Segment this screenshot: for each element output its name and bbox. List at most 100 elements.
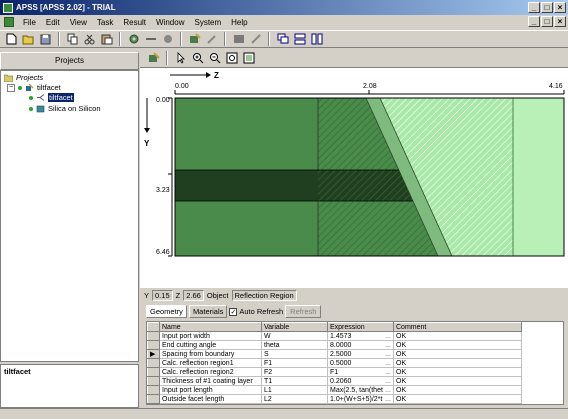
projects-panel: Projects Projects − tiltfacet tiltfacet … <box>0 52 139 408</box>
menu-result[interactable]: Result <box>118 18 151 27</box>
tab-materials[interactable]: Materials <box>188 305 228 318</box>
pointer-icon[interactable] <box>173 50 188 65</box>
tree-child-other-label: Silica on Silicon <box>48 104 101 113</box>
tree-child-selected-label: tiltfacet <box>48 93 74 102</box>
cell-variable[interactable]: L1 <box>261 385 328 395</box>
tile-horizontal-icon[interactable] <box>292 32 307 47</box>
cell-expression[interactable]: F1 ... <box>327 367 394 377</box>
menu-help[interactable]: Help <box>226 18 252 27</box>
header-variable[interactable]: Variable <box>261 322 328 332</box>
save-icon[interactable] <box>38 32 53 47</box>
tree-item-tiltfacet[interactable]: tiltfacet <box>29 93 74 102</box>
tile-vertical-icon[interactable] <box>309 32 324 47</box>
menu-window[interactable]: Window <box>151 18 189 27</box>
table-row[interactable]: Thickness of #1 coating layer T1 0.2060 … <box>147 376 522 386</box>
copy-icon[interactable] <box>65 32 80 47</box>
refresh-button[interactable]: Refresh <box>285 305 322 318</box>
stop-icon[interactable] <box>160 32 175 47</box>
zoom-in-icon[interactable] <box>190 50 205 65</box>
cell-expression[interactable]: 2.5000 ... <box>327 349 394 359</box>
cell-variable[interactable]: theta <box>261 340 328 350</box>
status-z-value: 2.66 <box>183 290 204 301</box>
cut-icon[interactable] <box>82 32 97 47</box>
maximize-button[interactable]: □ <box>541 2 553 13</box>
zoom-out-icon[interactable] <box>207 50 222 65</box>
status-dot-icon <box>18 85 22 90</box>
layout-canvas[interactable]: Z 0.00 2.08 4.16 0.00 3.23 6.46 Y <box>140 68 568 288</box>
z-axis-label: Z <box>214 71 219 80</box>
open-folder-icon[interactable] <box>21 32 36 47</box>
z-tick-0: 0.00 <box>175 83 189 90</box>
menu-task[interactable]: Task <box>92 18 118 27</box>
table-row[interactable]: Input port length L1 Max(2.5, tan(thet .… <box>147 385 522 395</box>
tree-root[interactable]: Projects <box>4 73 43 82</box>
cell-variable[interactable]: S <box>261 349 328 359</box>
mdi-minimize-button[interactable]: _ <box>528 16 540 27</box>
cell-variable[interactable]: F2 <box>261 367 328 377</box>
calculate-icon[interactable] <box>187 32 202 47</box>
table-row[interactable]: Calc. reflection region2 F2 F1 ... OK <box>147 367 522 377</box>
cell-variable[interactable]: L2 <box>261 394 328 404</box>
menu-view[interactable]: View <box>65 18 92 27</box>
new-file-icon[interactable] <box>4 32 19 47</box>
cell-variable[interactable]: W <box>261 331 328 341</box>
mdi-restore-button[interactable]: □ <box>541 16 553 27</box>
cell-variable[interactable]: F1 <box>261 358 328 368</box>
mdi-close-button[interactable]: × <box>554 16 566 27</box>
menu-file[interactable]: File <box>18 18 41 27</box>
cell-expression[interactable]: 8.0000 ... <box>327 340 394 350</box>
parameter-grid: Name Variable Expression Comment Input p… <box>146 321 564 405</box>
waveguide-core-hatched <box>318 170 413 201</box>
header-expression[interactable]: Expression <box>327 322 394 332</box>
tree-item-project[interactable]: − tiltfacet <box>7 83 61 92</box>
header-comment[interactable]: Comment <box>393 322 522 332</box>
z-tick-2: 4.16 <box>549 83 563 90</box>
zoom-fit-icon[interactable] <box>224 50 239 65</box>
cell-name: Input port width <box>159 331 262 341</box>
editor-toolbar <box>140 48 568 68</box>
cell-expression[interactable]: 1.0+(W+S+5)/2*t ... <box>327 394 394 404</box>
cell-expression[interactable]: Max(2.5, tan(thet ... <box>327 385 394 395</box>
main-toolbar <box>0 30 568 48</box>
y-tick-1: 3.23 <box>156 187 170 194</box>
paste-icon[interactable] <box>99 32 114 47</box>
editor-panel: Z 0.00 2.08 4.16 0.00 3.23 6.46 Y Y 0.15… <box>140 48 568 408</box>
tab-geometry[interactable]: Geometry <box>146 305 187 318</box>
table-row[interactable]: Input port width W 1.4573 ... OK <box>147 331 522 341</box>
cell-comment: OK <box>393 349 522 359</box>
status-dot-icon <box>29 106 33 111</box>
cell-comment: OK <box>393 367 522 377</box>
parameter-tabs: Geometry Materials ✓ Auto Refresh Refres… <box>146 305 322 318</box>
run-icon[interactable] <box>231 32 246 47</box>
cell-expression[interactable]: 0.2060 ... <box>327 376 394 386</box>
minimize-button[interactable]: _ <box>528 2 540 13</box>
collapse-toggle-icon[interactable]: − <box>7 83 15 92</box>
table-row[interactable]: End cutting angle theta 8.0000 ... OK <box>147 340 522 350</box>
table-row[interactable]: Calc. reflection region1 F1 0.5000 ... O… <box>147 358 522 368</box>
zoom-window-icon[interactable] <box>241 50 256 65</box>
cell-expression[interactable]: 0.5000 ... <box>327 358 394 368</box>
branch-icon <box>37 94 45 101</box>
mdi-document-icon[interactable] <box>4 17 14 27</box>
cell-comment: OK <box>393 340 522 350</box>
settings-gear-icon[interactable] <box>126 32 141 47</box>
menu-edit[interactable]: Edit <box>41 18 65 27</box>
tree-item-silica[interactable]: Silica on Silicon <box>29 104 101 113</box>
cascade-windows-icon[interactable] <box>275 32 290 47</box>
cell-variable[interactable]: T1 <box>261 376 328 386</box>
auto-refresh-checkbox[interactable]: ✓ <box>229 307 238 316</box>
header-name[interactable]: Name <box>159 322 262 332</box>
wand-icon[interactable] <box>204 32 219 47</box>
edit-icon[interactable] <box>146 50 161 65</box>
table-row[interactable]: Outside facet length L2 1.0+(W+S+5)/2*t … <box>147 394 522 404</box>
export-icon[interactable] <box>248 32 263 47</box>
y-axis-arrow <box>144 98 150 133</box>
link-icon[interactable] <box>143 32 158 47</box>
close-button[interactable]: × <box>554 2 566 13</box>
cell-comment: OK <box>393 385 522 395</box>
cell-name: Spacing from boundary <box>159 349 262 359</box>
cell-expression[interactable]: 1.4573 ... <box>327 331 394 341</box>
cell-name: Thickness of #1 coating layer <box>159 376 262 386</box>
menu-system[interactable]: System <box>189 18 226 27</box>
table-row[interactable]: ▶ Spacing from boundary S 2.5000 ... OK <box>147 349 522 359</box>
